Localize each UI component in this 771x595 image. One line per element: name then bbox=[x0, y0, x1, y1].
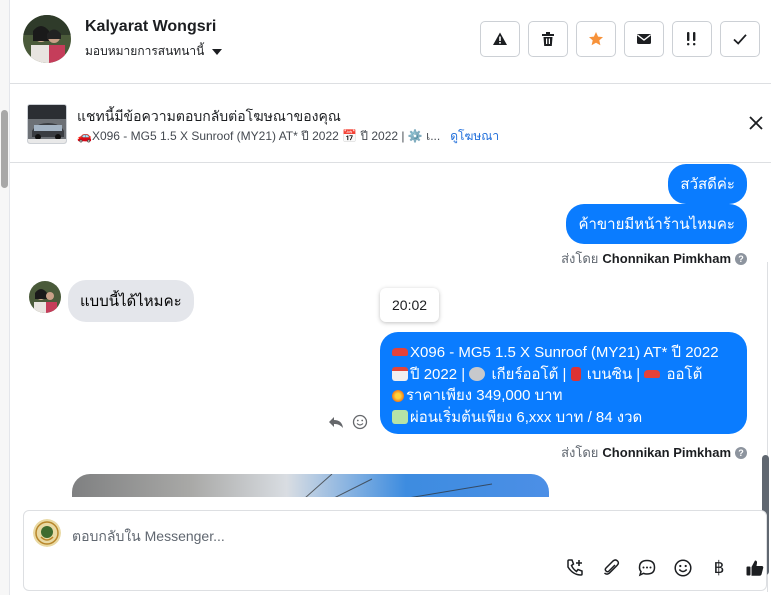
conversation-header: Kalyarat Wongsri มอบหมายการสนทนานี้ bbox=[10, 0, 771, 84]
sender-name[interactable]: Chonnikan Pimkham bbox=[602, 251, 731, 266]
like-button[interactable] bbox=[744, 557, 766, 579]
call-add-icon bbox=[567, 559, 583, 576]
incoming-message[interactable]: แบบนี้ได้ไหมคะ bbox=[68, 280, 194, 322]
emoji-icon bbox=[674, 559, 692, 577]
priority-icon bbox=[687, 32, 696, 46]
message-actions bbox=[328, 414, 368, 430]
outgoing-message[interactable]: ค้าขายมีหน้าร้านไหมคะ bbox=[566, 204, 747, 244]
car-icon bbox=[392, 348, 408, 356]
attachment-icon bbox=[603, 559, 620, 575]
emoji-button[interactable] bbox=[672, 557, 694, 579]
contact-name[interactable]: Kalyarat Wongsri bbox=[85, 18, 216, 36]
follow-up-button[interactable] bbox=[672, 21, 712, 57]
message-line: ผ่อนเริ่มต้นเพียง 6,xxx บาท / 84 งวด bbox=[392, 407, 735, 429]
sender-name[interactable]: Chonnikan Pimkham bbox=[602, 445, 731, 460]
thumbs-up-icon bbox=[746, 560, 764, 576]
info-icon[interactable]: ? bbox=[735, 252, 747, 265]
reply-icon[interactable] bbox=[328, 414, 344, 430]
payment-button[interactable]: ฿ bbox=[708, 557, 730, 579]
contact-avatar[interactable] bbox=[23, 15, 71, 63]
chat-bubble-icon bbox=[638, 559, 656, 577]
assign-conversation-dropdown[interactable]: มอบหมายการสนทนานี้ bbox=[85, 42, 223, 61]
star-icon bbox=[589, 32, 603, 46]
car-icon bbox=[644, 369, 661, 378]
message-line: ราคาเพียง 349,000 บาท bbox=[392, 385, 735, 407]
gear-icon bbox=[469, 366, 486, 381]
page-avatar bbox=[33, 519, 61, 547]
ad-thumbnail[interactable] bbox=[27, 104, 67, 144]
ad-reply-banner: แชทนี้มีข้อความตอบกลับต่อโฆษณาของคุณ 🚗X0… bbox=[10, 85, 771, 163]
message-line: ปี 2022 | เกียร์ออโต้ | เบนซิน | ออโต้ bbox=[392, 364, 735, 386]
image-attachment[interactable] bbox=[72, 474, 549, 497]
mark-unread-button[interactable] bbox=[624, 21, 664, 57]
page-scrollbar-thumb[interactable] bbox=[1, 110, 8, 188]
contact-avatar-small[interactable] bbox=[29, 281, 61, 313]
sent-by-label: ส่งโดย Chonnikan Pimkham ? bbox=[561, 248, 747, 269]
outgoing-ad-message[interactable]: X096 - MG5 1.5 X Sunroof (MY21) AT* ปี 2… bbox=[380, 332, 747, 434]
saved-replies-button[interactable] bbox=[636, 557, 658, 579]
messenger-inbox-conversation: Kalyarat Wongsri มอบหมายการสนทนานี้ แชทน… bbox=[0, 0, 771, 595]
message-line: X096 - MG5 1.5 X Sunroof (MY21) AT* ปี 2… bbox=[392, 342, 735, 364]
trash-icon bbox=[542, 32, 554, 46]
assign-label: มอบหมายการสนทนานี้ bbox=[85, 44, 205, 58]
reply-composer: ตอบกลับใน Messenger... ฿ bbox=[23, 510, 767, 591]
sent-by-label: ส่งโดย Chonnikan Pimkham ? bbox=[561, 442, 747, 463]
sent-by-prefix: ส่งโดย bbox=[561, 445, 599, 460]
ad-banner-title: แชทนี้มีข้อความตอบกลับต่อโฆษณาของคุณ bbox=[77, 108, 341, 124]
page-scrollbar[interactable] bbox=[0, 0, 10, 595]
message-thread[interactable]: สวัสดีค่ะ ค้าขายมีหน้าร้านไหมคะ ส่งโดย C… bbox=[10, 164, 771, 497]
conversation-actions bbox=[480, 21, 760, 57]
envelope-icon bbox=[637, 34, 651, 44]
delete-button[interactable] bbox=[528, 21, 568, 57]
done-button[interactable] bbox=[720, 21, 760, 57]
close-icon[interactable] bbox=[747, 114, 765, 132]
ad-description: 🚗X096 - MG5 1.5 X Sunroof (MY21) AT* ปี … bbox=[77, 129, 441, 143]
composer-toolbar: ฿ bbox=[564, 557, 766, 579]
baht-icon: ฿ bbox=[713, 558, 725, 577]
check-icon bbox=[733, 34, 747, 45]
timestamp-tooltip: 20:02 bbox=[380, 288, 440, 322]
sparkle-icon bbox=[392, 390, 404, 402]
reply-input[interactable]: ตอบกลับใน Messenger... bbox=[72, 526, 225, 548]
calendar-icon bbox=[392, 366, 408, 381]
ad-banner-subtitle: 🚗X096 - MG5 1.5 X Sunroof (MY21) AT* ปี … bbox=[77, 127, 499, 146]
emoji-react-icon[interactable] bbox=[352, 414, 368, 430]
info-icon[interactable]: ? bbox=[735, 446, 747, 459]
caret-down-icon bbox=[212, 48, 223, 55]
spam-button[interactable] bbox=[480, 21, 520, 57]
call-add-button[interactable] bbox=[564, 557, 586, 579]
warning-icon bbox=[493, 32, 507, 45]
fuel-pump-icon bbox=[570, 366, 581, 381]
star-button[interactable] bbox=[576, 21, 616, 57]
sent-by-prefix: ส่งโดย bbox=[561, 251, 599, 266]
money-wings-icon bbox=[392, 409, 408, 424]
outgoing-message[interactable]: สวัสดีค่ะ bbox=[668, 164, 747, 204]
attach-file-button[interactable] bbox=[600, 557, 622, 579]
view-ad-link[interactable]: ดูโฆษณา bbox=[450, 127, 499, 146]
